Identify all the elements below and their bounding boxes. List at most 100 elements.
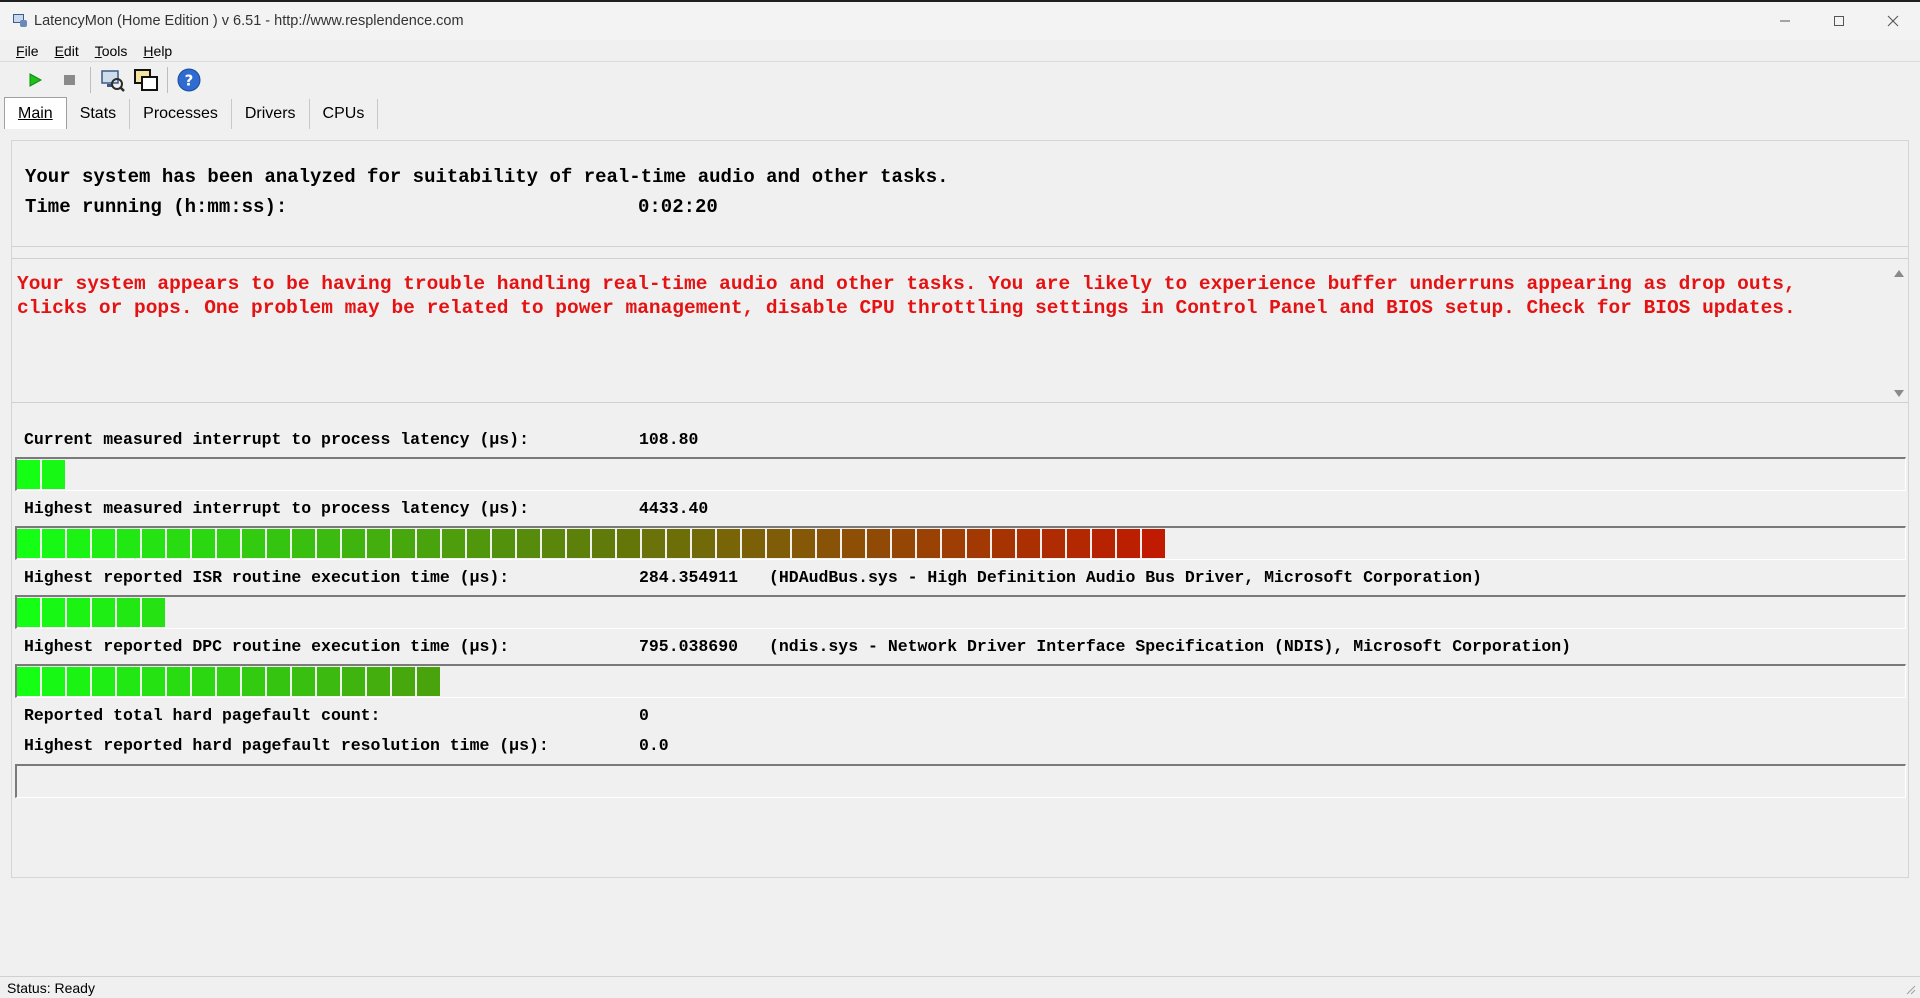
pagefault-time-bar	[15, 764, 1906, 798]
isr-value: 284.354911	[639, 568, 739, 587]
pagefault-time-label: Highest reported hard pagefault resoluti…	[24, 736, 549, 755]
bar-segment	[17, 460, 40, 489]
status-bar: Status: Ready	[0, 976, 1920, 998]
menu-file[interactable]: File	[8, 43, 47, 59]
bar-segment	[417, 529, 440, 558]
bar-segment	[392, 529, 415, 558]
bar-segment	[1067, 529, 1090, 558]
bar-segment	[42, 460, 65, 489]
advice-box[interactable]: Your system appears to be having trouble…	[12, 258, 1908, 403]
bar-segment	[467, 529, 490, 558]
latencymon-app-icon	[12, 13, 28, 29]
bar-segment	[217, 529, 240, 558]
bar-segment	[92, 598, 115, 627]
bar-segment	[117, 598, 140, 627]
bar-segment	[42, 529, 65, 558]
toolbar-separator	[90, 67, 91, 93]
bar-segment	[17, 667, 40, 696]
bar-segment	[242, 667, 265, 696]
bar-segment	[417, 667, 440, 696]
bar-segment	[917, 529, 940, 558]
window-title: LatencyMon (Home Edition ) v 6.51 - http…	[34, 13, 464, 29]
dpc-bar-fill	[17, 667, 442, 696]
isr-bar	[15, 595, 1906, 629]
highest-latency-label: Highest measured interrupt to process la…	[24, 499, 529, 518]
bar-segment	[667, 529, 690, 558]
bar-segment	[792, 529, 815, 558]
menu-help[interactable]: Help	[135, 43, 180, 59]
bar-segment	[1092, 529, 1115, 558]
title-bar: LatencyMon (Home Edition ) v 6.51 - http…	[0, 0, 1920, 40]
bar-segment	[867, 529, 890, 558]
bar-segment	[117, 667, 140, 696]
bar-segment	[167, 667, 190, 696]
tab-main[interactable]: Main	[4, 97, 67, 129]
help-icon[interactable]: ?	[172, 65, 206, 95]
bar-segment	[267, 667, 290, 696]
bar-segment	[17, 598, 40, 627]
pagefault-time-value: 0.0	[639, 736, 669, 755]
tab-processes[interactable]: Processes	[130, 99, 232, 129]
bar-segment	[17, 529, 40, 558]
bar-segment	[342, 529, 365, 558]
bar-segment	[542, 529, 565, 558]
bar-segment	[842, 529, 865, 558]
toolbar-separator	[167, 67, 168, 93]
resize-grip-icon[interactable]	[1904, 983, 1916, 995]
bar-segment	[617, 529, 640, 558]
dpc-bar	[15, 664, 1906, 698]
bar-segment	[342, 667, 365, 696]
bar-segment	[67, 598, 90, 627]
copy-windows-icon[interactable]	[129, 65, 163, 95]
bar-segment	[492, 529, 515, 558]
current-latency-bar-fill	[17, 460, 67, 489]
scroll-up-icon[interactable]	[1890, 265, 1908, 283]
bar-segment	[942, 529, 965, 558]
bar-segment	[92, 529, 115, 558]
dpc-label: Highest reported DPC routine execution t…	[24, 637, 510, 656]
bar-segment	[242, 529, 265, 558]
bar-segment	[317, 529, 340, 558]
dpc-driver: (ndis.sys - Network Driver Interface Spe…	[769, 637, 1572, 656]
tab-drivers[interactable]: Drivers	[232, 99, 310, 129]
isr-label: Highest reported ISR routine execution t…	[24, 568, 510, 587]
minimize-icon[interactable]	[1758, 2, 1812, 40]
bar-segment	[642, 529, 665, 558]
bar-segment	[92, 667, 115, 696]
bar-segment	[217, 667, 240, 696]
svg-text:?: ?	[185, 72, 194, 90]
tab-cpus[interactable]: CPUs	[310, 99, 379, 129]
maximize-icon[interactable]	[1812, 2, 1866, 40]
current-latency-label: Current measured interrupt to process la…	[24, 430, 529, 449]
bar-segment	[392, 667, 415, 696]
tab-strip: Main Stats Processes Drivers CPUs	[4, 97, 379, 129]
bar-segment	[142, 529, 165, 558]
highest-latency-bar-fill	[17, 529, 1167, 558]
close-icon[interactable]	[1866, 2, 1920, 40]
bar-segment	[42, 667, 65, 696]
system-info-icon[interactable]	[95, 65, 129, 95]
scroll-down-icon[interactable]	[1890, 384, 1908, 402]
bar-segment	[117, 529, 140, 558]
bar-segment	[1017, 529, 1040, 558]
bar-segment	[42, 598, 65, 627]
menu-bar: File Edit Tools Help	[0, 40, 1920, 62]
menu-tools[interactable]: Tools	[87, 43, 136, 59]
play-icon[interactable]	[18, 65, 52, 95]
highest-latency-bar	[15, 526, 1906, 560]
highest-latency-value: 4433.40	[639, 499, 709, 518]
bar-segment	[192, 667, 215, 696]
main-panel: Your system has been analyzed for suitab…	[11, 140, 1909, 878]
tab-stats[interactable]: Stats	[67, 99, 131, 129]
bar-segment	[592, 529, 615, 558]
bar-segment	[142, 667, 165, 696]
window-controls	[1758, 2, 1920, 40]
bar-segment	[442, 529, 465, 558]
bar-segment	[267, 529, 290, 558]
menu-edit[interactable]: Edit	[47, 43, 87, 59]
isr-bar-fill	[17, 598, 167, 627]
stop-icon[interactable]	[52, 65, 86, 95]
current-latency-value: 108.80	[639, 430, 699, 449]
pagefault-count-label: Reported total hard pagefault count:	[24, 706, 381, 725]
bar-segment	[742, 529, 765, 558]
